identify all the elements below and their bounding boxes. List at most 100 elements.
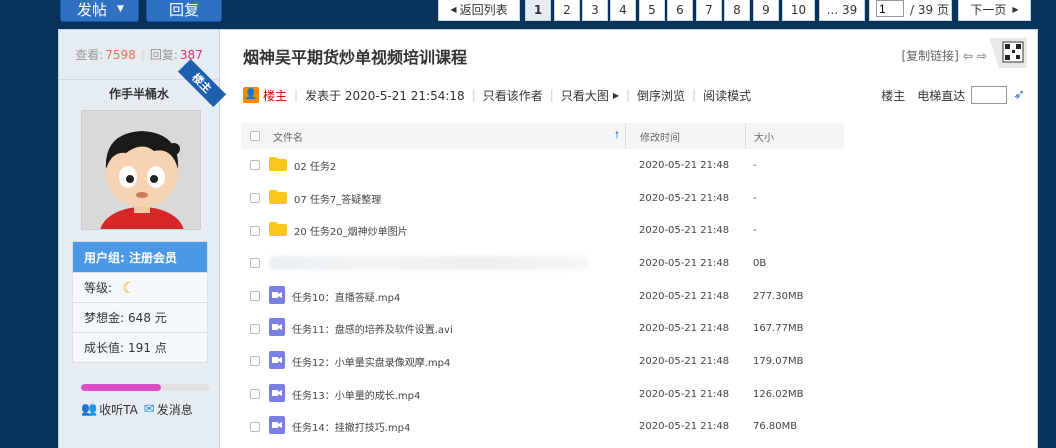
row-checkbox[interactable] bbox=[250, 258, 260, 269]
read-mode-link[interactable]: 阅读模式 bbox=[703, 87, 751, 104]
views-count: 7598 bbox=[105, 47, 136, 62]
file-name[interactable]: 07 任务7_答疑整理 bbox=[294, 191, 381, 206]
file-name[interactable]: 20 任务20_烟神炒单图片 bbox=[294, 223, 408, 238]
elevator-label: 电梯直达 bbox=[917, 88, 966, 103]
post-button-label: 发帖 bbox=[77, 0, 108, 19]
file-modified: 2020-05-21 21:48 bbox=[639, 355, 730, 367]
file-name[interactable]: 任务10：直播答疑.mp4 bbox=[292, 289, 400, 304]
user-level: 等级: ☾ bbox=[73, 272, 207, 302]
file-modified: 2020-05-21 21:48 bbox=[639, 159, 730, 171]
file-size: - bbox=[753, 159, 757, 171]
file-name[interactable]: 02 任务2 bbox=[294, 158, 336, 173]
reverse-order-link[interactable]: 倒序浏览 bbox=[637, 87, 685, 104]
user-info-panel: 用户组: 注册会员 等级: ☾ 梦想金: 648 元 成长值: 191 点 bbox=[72, 241, 208, 363]
post-button[interactable]: 发帖 ▼ bbox=[60, 0, 139, 22]
file-modified: 2020-05-21 21:48 bbox=[639, 290, 730, 302]
elevator-go-icon[interactable]: ➶ bbox=[1013, 87, 1025, 103]
qrcode-icon[interactable] bbox=[989, 38, 1027, 68]
file-modified: 2020-05-21 21:48 bbox=[639, 388, 730, 400]
divider: | bbox=[294, 88, 299, 102]
top-toolbar: 发帖 ▼ 回复 ◀ 返回列表 1 2 3 4 5 6 7 8 9 10 ... … bbox=[0, 0, 1056, 26]
row-checkbox[interactable] bbox=[250, 225, 260, 236]
row-checkbox[interactable] bbox=[250, 160, 260, 171]
divider: | bbox=[471, 88, 476, 102]
divider: | bbox=[692, 88, 697, 102]
file-name[interactable]: 任务13：小单量的成长.mp4 bbox=[292, 387, 420, 402]
name-column-header[interactable]: 文件名 🠕 bbox=[269, 129, 625, 144]
video-file-icon bbox=[269, 416, 285, 437]
reply-button[interactable]: 回复 bbox=[146, 0, 222, 22]
avatar[interactable] bbox=[81, 110, 201, 230]
divider: | bbox=[140, 47, 145, 62]
table-row[interactable]: 任务10：直播答疑.mp4 2020-05-21 21:48 277.30MB bbox=[241, 280, 844, 313]
message-link[interactable]: ✉ 发消息 bbox=[144, 401, 193, 418]
file-size: 126.02MB bbox=[753, 388, 804, 400]
table-row[interactable]: 任务11：盘感的培养及软件设置.avi 2020-05-21 21:48 167.7… bbox=[241, 312, 844, 345]
row-checkbox[interactable] bbox=[250, 356, 260, 367]
table-row[interactable]: 任务12：小单量实盘录像观摩.mp4 2020-05-21 21:48 179.07… bbox=[241, 345, 844, 378]
file-name[interactable]: 任务12：小单量实盘录像观摩.mp4 bbox=[292, 354, 450, 369]
next-page-button[interactable]: 下一页 ▶ bbox=[958, 0, 1031, 21]
copy-link-button[interactable]: [复制链接] bbox=[902, 47, 959, 64]
page-total-label: / 39 页 bbox=[910, 3, 949, 17]
file-name[interactable]: 任务11：盘感的培养及软件设置.avi bbox=[292, 321, 453, 336]
file-rows: 02 任务2 2020-05-21 21:48 - 07 任务7_答疑整理 2020-0… bbox=[241, 149, 844, 443]
page-link[interactable]: 7 bbox=[696, 0, 722, 21]
page-link[interactable]: 2 bbox=[554, 0, 580, 21]
row-checkbox[interactable] bbox=[250, 291, 260, 302]
user-group[interactable]: 用户组: 注册会员 bbox=[73, 242, 207, 272]
only-author-link[interactable]: 只看该作者 bbox=[483, 87, 543, 104]
avatar-cartoon-image bbox=[82, 111, 200, 229]
post-container: 查看: 7598 | 回复: 387 作手半桶水 楼主 用户组: 注册会员 等级… bbox=[58, 29, 1038, 448]
page-jump: / 39 页 bbox=[869, 0, 952, 21]
table-row[interactable]: 02 任务2 2020-05-21 21:48 - bbox=[241, 149, 844, 182]
row-checkbox[interactable] bbox=[250, 421, 260, 432]
size-column-header[interactable]: 大小 bbox=[745, 123, 840, 149]
page-link[interactable]: 5 bbox=[639, 0, 665, 21]
envelope-icon: ✉ bbox=[143, 402, 155, 417]
next-thread-icon[interactable]: ⇨ bbox=[977, 49, 987, 63]
file-table-header: 文件名 🠕 修改时间 大小 bbox=[241, 123, 844, 149]
file-modified: 2020-05-21 21:48 bbox=[639, 323, 730, 335]
author-name-row: 作手半桶水 楼主 bbox=[59, 58, 227, 108]
post-meta-bar: 👤 楼主 | 发表于 2020-5-21 21:54:18 | 只看该作者 | … bbox=[243, 84, 1025, 106]
file-name[interactable]: 任务14：挂撤打技巧.mp4 bbox=[292, 419, 410, 434]
file-table: 文件名 🠕 修改时间 大小 02 任务2 2020-05-21 21:48 - 07 … bbox=[241, 123, 844, 443]
page-link[interactable]: 6 bbox=[667, 0, 693, 21]
chevron-right-icon: ▶ bbox=[612, 90, 619, 100]
back-to-list-button[interactable]: ◀ 返回列表 bbox=[438, 0, 520, 21]
page-link[interactable]: 1 bbox=[525, 0, 551, 21]
table-row[interactable]: 20 任务20_烟神炒单图片 2020-05-21 21:48 - bbox=[241, 214, 844, 247]
only-images-link[interactable]: 只看大图 bbox=[561, 87, 609, 104]
level-progress-fill bbox=[81, 384, 161, 391]
table-row[interactable]: 任务14：挂撤打技巧.mp4 2020-05-21 21:48 76.80MB bbox=[241, 411, 844, 444]
floor-label: 楼主 bbox=[881, 88, 906, 103]
page-link[interactable]: 4 bbox=[610, 0, 636, 21]
author-name[interactable]: 作手半桶水 bbox=[109, 85, 169, 102]
page-link[interactable]: 8 bbox=[724, 0, 750, 21]
follow-link[interactable]: 👥 收听TA bbox=[81, 401, 138, 418]
page-link[interactable]: 9 bbox=[753, 0, 779, 21]
divider: | bbox=[625, 88, 631, 102]
prev-thread-icon[interactable]: ⇦ bbox=[963, 49, 973, 63]
table-row[interactable]: 任务13：小单量的成长.mp4 2020-05-21 21:48 126.02MB bbox=[241, 378, 844, 411]
modified-column-header[interactable]: 修改时间 bbox=[625, 123, 745, 149]
select-all-checkbox[interactable] bbox=[250, 131, 260, 141]
views-label: 查看: bbox=[75, 48, 104, 62]
moon-icon: ☾ bbox=[122, 278, 136, 297]
floor-tools: 楼主 电梯直达 ➶ bbox=[881, 86, 1025, 104]
row-checkbox[interactable] bbox=[250, 193, 260, 204]
points-label: 梦想金: bbox=[84, 311, 125, 325]
page-link[interactable]: 3 bbox=[582, 0, 608, 21]
elevator-input[interactable] bbox=[971, 86, 1008, 104]
file-size: - bbox=[753, 225, 757, 237]
table-row[interactable]: 2020-05-21 21:48 0B bbox=[241, 247, 844, 280]
page-link[interactable]: 10 bbox=[782, 0, 815, 21]
table-row[interactable]: 07 任务7_答疑整理 2020-05-21 21:48 - bbox=[241, 182, 844, 215]
page-jump-input[interactable] bbox=[876, 0, 904, 17]
file-modified: 2020-05-21 21:48 bbox=[639, 257, 730, 269]
user-points: 梦想金: 648 元 bbox=[73, 302, 207, 332]
row-checkbox[interactable] bbox=[250, 389, 260, 400]
last-page-link[interactable]: ... 39 bbox=[819, 0, 865, 21]
row-checkbox[interactable] bbox=[250, 323, 260, 334]
